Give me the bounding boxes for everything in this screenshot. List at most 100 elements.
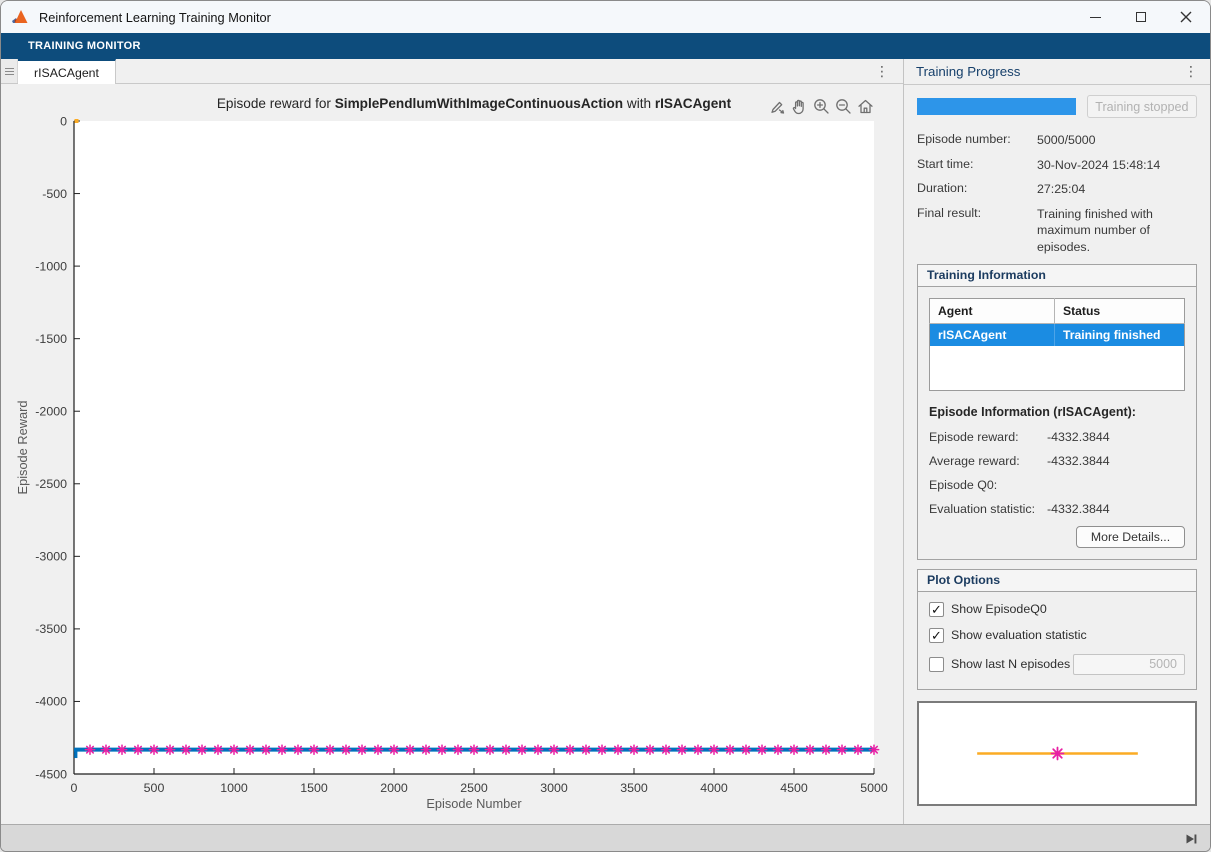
- play-icon: [1186, 834, 1194, 844]
- svg-text:4000: 4000: [700, 781, 728, 795]
- app-window: Reinforcement Learning Training Monitor …: [0, 0, 1211, 852]
- svg-text:500: 500: [144, 781, 165, 795]
- svg-text:2000: 2000: [380, 781, 408, 795]
- pan-icon: [792, 99, 804, 114]
- status-bar: [1, 824, 1210, 851]
- start-time-row: Start time: 30-Nov-2024 15:48:14: [917, 156, 1161, 172]
- training-progress-panel: Training Progress ⋮ Training stopped Epi…: [903, 59, 1210, 824]
- svg-text:-2500: -2500: [35, 477, 67, 491]
- table-row[interactable]: rISACAgent Training finished: [929, 323, 1185, 346]
- window-title: Reinforcement Learning Training Monitor: [39, 9, 271, 25]
- pan-button[interactable]: [789, 96, 809, 116]
- brush-button[interactable]: [767, 96, 787, 116]
- brush-icon: [770, 101, 784, 114]
- home-icon: [857, 99, 873, 113]
- svg-text:-4000: -4000: [35, 695, 67, 709]
- training-summary: Episode number: 5000/5000 Start time: 30…: [917, 132, 1197, 255]
- document-area: rISACAgent ⋮ 0 500 1000 1500 2000 2500 3000 350…: [1, 59, 903, 824]
- main-area: rISACAgent ⋮ 0 500 1000 1500 2000 2500 3000 350…: [1, 59, 1210, 824]
- panel-header: Training Progress ⋮: [904, 59, 1210, 85]
- close-icon: [1180, 11, 1191, 23]
- progress-row: Training stopped: [917, 95, 1197, 118]
- status-cell: Training finished: [1054, 323, 1185, 346]
- progress-bar: [917, 98, 1076, 115]
- average-reward-row: Average reward: -4332.3844: [929, 453, 1110, 468]
- svg-text:0: 0: [60, 114, 67, 128]
- tab-drag-handle[interactable]: [1, 59, 18, 83]
- svg-text:1000: 1000: [220, 781, 248, 795]
- svg-text:-500: -500: [42, 187, 67, 201]
- status-column-header: Status: [1054, 298, 1185, 324]
- ribbon-tab-label: TRAINING MONITOR: [28, 40, 141, 52]
- training-information-box: Training Information Agent Status rISACA…: [917, 264, 1197, 560]
- svg-text:Episode Number: Episode Number: [426, 796, 522, 811]
- agent-column-header: Agent: [929, 298, 1055, 324]
- zoom-out-button[interactable]: [833, 96, 853, 116]
- agent-cell: rISACAgent: [929, 323, 1055, 346]
- svg-text:-1500: -1500: [35, 332, 67, 346]
- tab-strip: rISACAgent ⋮: [1, 59, 903, 84]
- tab-rlsacagent[interactable]: rISACAgent: [18, 59, 116, 84]
- tab-strip-menu-button[interactable]: ⋮: [875, 59, 889, 84]
- plot-options-title: Plot Options: [918, 569, 1196, 592]
- show-evaluation-statistic-option: ✓ Show evaluation statistic: [929, 627, 1185, 643]
- episode-reward-row: Episode reward: -4332.3844: [929, 429, 1110, 444]
- svg-text:-3000: -3000: [35, 550, 67, 564]
- svg-text:2500: 2500: [460, 781, 488, 795]
- kebab-icon: ⋮: [1184, 63, 1198, 79]
- evaluation-statistic-row: Evaluation statistic: -4332.3844: [929, 501, 1110, 516]
- plot-preview: [977, 746, 1138, 760]
- svg-text:-1000: -1000: [35, 259, 67, 273]
- maximize-button[interactable]: [1118, 1, 1163, 33]
- show-episodeq0-option: ✓ Show EpisodeQ0: [929, 601, 1185, 617]
- zoom-in-button[interactable]: [811, 96, 831, 116]
- matlab-logo-icon: [12, 10, 28, 23]
- more-details-button[interactable]: More Details...: [1076, 525, 1185, 548]
- minimize-icon: [1090, 16, 1101, 18]
- zoom-out-icon: [835, 98, 851, 114]
- episode-q0-row: Episode Q0:: [929, 477, 998, 492]
- final-result-row: Final result: Training finished with max…: [917, 205, 1153, 254]
- progress-fill: [917, 98, 1076, 115]
- training-information-title: Training Information: [918, 265, 1196, 287]
- plot-preview-box: [917, 700, 1197, 806]
- minimize-button[interactable]: [1073, 1, 1118, 33]
- show-last-n-episodes-option: Show last N episodes: [929, 653, 1185, 675]
- plot-options-box: Plot Options ✓ Show EpisodeQ0 ✓ Show eva…: [917, 568, 1197, 690]
- chart-pane: 0 500 1000 1500 2000 2500 3000 3500 4000 4500 5000…: [1, 84, 903, 824]
- panel-menu-button[interactable]: ⋮: [1184, 63, 1198, 80]
- panel-title: Training Progress: [916, 64, 1021, 79]
- zoom-in-icon: [813, 98, 829, 114]
- last-n-episodes-input[interactable]: [1073, 653, 1185, 675]
- ribbon: TRAINING MONITOR: [1, 33, 1210, 59]
- svg-text:4500: 4500: [780, 781, 808, 795]
- show-episodeq0-checkbox[interactable]: ✓: [929, 601, 944, 617]
- table-header-row: Agent Status: [929, 298, 1185, 324]
- show-last-n-episodes-checkbox[interactable]: [929, 656, 944, 672]
- training-stopped-button[interactable]: Training stopped: [1086, 95, 1197, 118]
- svg-text:3000: 3000: [540, 781, 568, 795]
- reward-plot[interactable]: 0 500 1000 1500 2000 2500 3000 3500 4000 4500 5000…: [1, 84, 905, 824]
- svg-text:1500: 1500: [300, 781, 328, 795]
- show-evaluation-statistic-checkbox[interactable]: ✓: [929, 627, 944, 643]
- expand-statusbar-button[interactable]: [1184, 832, 1198, 846]
- maximize-icon: [1135, 12, 1146, 22]
- svg-text:-3500: -3500: [35, 622, 67, 636]
- svg-text:Episode Reward: Episode Reward: [15, 401, 30, 495]
- agent-status-table: Agent Status rISACAgent Training finishe…: [929, 298, 1185, 391]
- close-button[interactable]: [1163, 1, 1208, 33]
- hamburger-icon: [4, 67, 14, 69]
- svg-text:-2000: -2000: [35, 405, 67, 419]
- window-controls: [1073, 1, 1208, 33]
- episode-information-title: Episode Information (rISACAgent):: [929, 404, 1136, 419]
- title-bar: Reinforcement Learning Training Monitor: [1, 1, 1210, 33]
- svg-text:-4500: -4500: [35, 767, 67, 781]
- duration-row: Duration: 27:25:04: [917, 181, 1086, 196]
- svg-text:3500: 3500: [620, 781, 648, 795]
- svg-text:0: 0: [71, 781, 78, 795]
- chart-title: Episode reward for SimplePendlumWithImag…: [216, 96, 732, 111]
- axes-toolbar: [767, 96, 875, 116]
- restore-view-button[interactable]: [855, 96, 875, 116]
- svg-text:5000: 5000: [860, 781, 888, 795]
- kebab-icon: ⋮: [875, 63, 889, 79]
